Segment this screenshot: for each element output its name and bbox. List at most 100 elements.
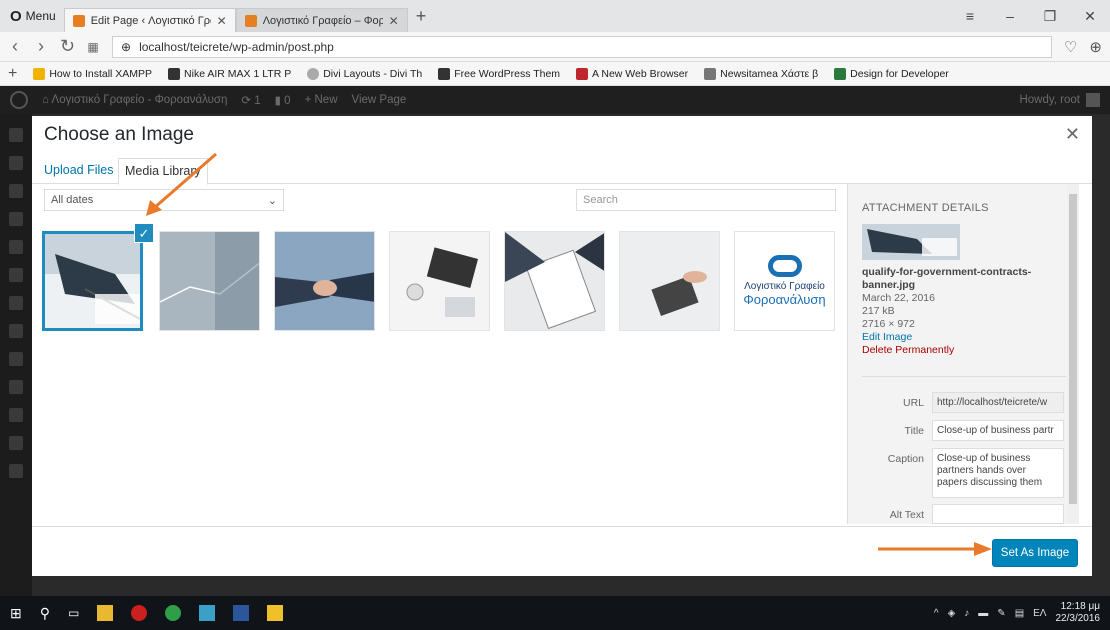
delete-permanently-link[interactable]: Delete Permanently (862, 344, 1067, 357)
attachment-size: 217 kB (862, 305, 895, 317)
chrome-icon[interactable] (165, 605, 182, 621)
title-field[interactable]: Close-up of business partr (932, 420, 1064, 441)
media-thumbnail[interactable] (389, 231, 490, 331)
media-thumbnail-selected[interactable] (42, 231, 143, 331)
restore-icon[interactable]: ❐ (1030, 8, 1070, 25)
media-thumbnail-logo[interactable]: Λογιστικό Γραφείο Φοροανάλυση (734, 231, 835, 331)
attachment-details-heading: ATTACHMENT DETAILS (862, 202, 989, 214)
tab-title: Edit Page ‹ Λογιστικό Γραφ (90, 14, 211, 27)
logo-text-line2: Φοροανάλυση (743, 292, 826, 307)
volume-icon[interactable]: ♪ (964, 608, 969, 619)
title-row: Title Close-up of business partr (862, 420, 1072, 441)
chevron-up-icon[interactable]: ^ (934, 608, 939, 619)
window-close-icon[interactable]: ✕ (1070, 8, 1110, 25)
annotation-arrow-icon (878, 542, 992, 556)
caption-label: Caption (887, 453, 924, 465)
file-explorer-icon[interactable] (97, 605, 114, 621)
close-icon[interactable]: ✕ (1065, 124, 1080, 145)
url-field[interactable]: ⊕ localhost/teicrete/wp-admin/post.php (112, 35, 1052, 58)
media-thumbnail[interactable] (619, 231, 720, 331)
app-icon[interactable] (199, 605, 216, 621)
forward-icon[interactable]: › (34, 36, 48, 57)
reload-icon[interactable]: ↻ (60, 36, 75, 57)
site-name-link[interactable]: ⌂ Λογιστικό Γραφείο - Φοροανάλυση (42, 94, 227, 106)
attachment-date: March 22, 2016 (862, 292, 935, 304)
task-view-icon[interactable]: ▭ (68, 606, 79, 620)
new-tab-button[interactable]: + (408, 6, 435, 27)
add-bookmark-icon[interactable]: + (8, 65, 17, 83)
bookmark-item[interactable]: Divi Layouts - Divi Th (307, 67, 422, 80)
selected-check-icon[interactable]: ✓ (134, 223, 154, 243)
comments-link[interactable]: ▮ 0 (275, 93, 291, 107)
view-page-link[interactable]: View Page (352, 94, 407, 106)
modal-title: Choose an Image (44, 124, 194, 145)
details-scrollbar[interactable] (1067, 184, 1079, 524)
opera-icon[interactable] (131, 605, 148, 621)
search-icon[interactable]: ⚲ (40, 605, 50, 622)
battery-icon[interactable]: ▬ (978, 608, 988, 619)
windows-start-icon[interactable]: ⊞ (10, 605, 22, 622)
bookmark-item[interactable]: Nike AIR MAX 1 LTR P (168, 67, 291, 80)
alt-text-row: Alt Text (862, 504, 1072, 524)
system-tray: ^ ◈ ♪ ▬ ✎ ▤ ΕΛ 12:18 μμ 22/3/2016 (934, 601, 1100, 625)
tab-menu-icon[interactable]: ≡ (950, 8, 990, 24)
title-label: Title (904, 425, 924, 437)
app-icon[interactable] (267, 605, 284, 621)
bookmark-item[interactable]: Newsitamea Χάστε β (704, 67, 818, 80)
close-tab-icon[interactable]: ✕ (389, 14, 399, 28)
bookmarks-bar: + How to Install XAMPP Nike AIR MAX 1 LT… (0, 62, 1110, 86)
tab-upload-files[interactable]: Upload Files (38, 158, 119, 185)
attachment-filename: qualify-for-government-contracts-banner.… (862, 266, 1032, 291)
windows-taskbar: ⊞ ⚲ ▭ ^ ◈ ♪ ▬ ✎ ▤ ΕΛ 12:18 μμ 22/3/2016 (0, 596, 1110, 630)
caption-field[interactable]: Close-up of business partners hands over… (932, 448, 1064, 498)
caption-row: Caption Close-up of business partners ha… (862, 448, 1072, 498)
bookmark-icon (168, 67, 181, 80)
set-as-image-button[interactable]: Set As Image (992, 539, 1078, 567)
language-indicator[interactable]: ΕΛ (1033, 608, 1046, 619)
tab-title: Λογιστικό Γραφείο – Φορο (262, 14, 383, 27)
back-icon[interactable]: ‹ (8, 36, 22, 57)
edit-image-link[interactable]: Edit Image (862, 331, 1067, 344)
url-row: URL http://localhost/teicrete/w (862, 392, 1072, 413)
word-icon[interactable] (233, 605, 250, 621)
close-tab-icon[interactable]: ✕ (217, 14, 227, 28)
speed-dial-icon[interactable]: ▦ (86, 40, 100, 54)
bookmark-icon (307, 67, 320, 80)
download-icon[interactable]: ⊕ (1089, 38, 1102, 56)
notifications-icon[interactable]: ▤ (1015, 608, 1024, 619)
attachment-dimensions: 2716 × 972 (862, 318, 915, 330)
bookmark-item[interactable]: How to Install XAMPP (33, 67, 152, 80)
new-content-link[interactable]: + New (305, 94, 338, 106)
url-text: localhost/teicrete/wp-admin/post.php (139, 39, 334, 54)
bookmark-item[interactable]: Free WordPress Them (438, 67, 560, 80)
browser-tab-edit-page[interactable]: Edit Page ‹ Λογιστικό Γραφ ✕ (63, 8, 236, 32)
media-thumbnail[interactable] (504, 231, 605, 331)
media-thumbnail[interactable] (159, 231, 260, 331)
avatar (1086, 93, 1100, 107)
alt-text-field[interactable] (932, 504, 1064, 524)
howdy-menu[interactable]: Howdy, root (1019, 93, 1100, 107)
opera-logo-icon: O (10, 7, 22, 25)
alt-text-label: Alt Text (889, 509, 924, 521)
wordpress-logo-icon[interactable] (10, 91, 28, 109)
annotation-arrow-icon (146, 152, 217, 216)
pen-icon[interactable]: ✎ (997, 608, 1005, 619)
heart-icon[interactable]: ♡ (1064, 38, 1077, 56)
clock[interactable]: 12:18 μμ 22/3/2016 (1056, 601, 1101, 625)
bookmark-icon (438, 67, 451, 80)
browser-tab-bar: O Menu Edit Page ‹ Λογιστικό Γραφ ✕ Λογι… (0, 0, 1110, 32)
opera-menu-button[interactable]: O Menu (0, 0, 64, 32)
url-field[interactable]: http://localhost/teicrete/w (932, 392, 1064, 413)
minimize-icon[interactable]: – (990, 8, 1030, 24)
logo-text-line1: Λογιστικό Γραφείο (744, 281, 825, 292)
search-input[interactable]: Search (576, 189, 836, 211)
chevron-down-icon: ⌄ (267, 195, 277, 207)
media-thumbnail[interactable] (274, 231, 375, 331)
bookmark-item[interactable]: A New Web Browser (576, 67, 688, 80)
attachment-meta: qualify-for-government-contracts-banner.… (862, 266, 1067, 357)
network-icon[interactable]: ◈ (948, 608, 956, 619)
updates-link[interactable]: ⟳ 1 (241, 93, 260, 107)
divider (862, 376, 1066, 377)
browser-tab-site[interactable]: Λογιστικό Γραφείο – Φορο ✕ (235, 8, 408, 32)
bookmark-item[interactable]: Design for Developer (834, 67, 949, 80)
